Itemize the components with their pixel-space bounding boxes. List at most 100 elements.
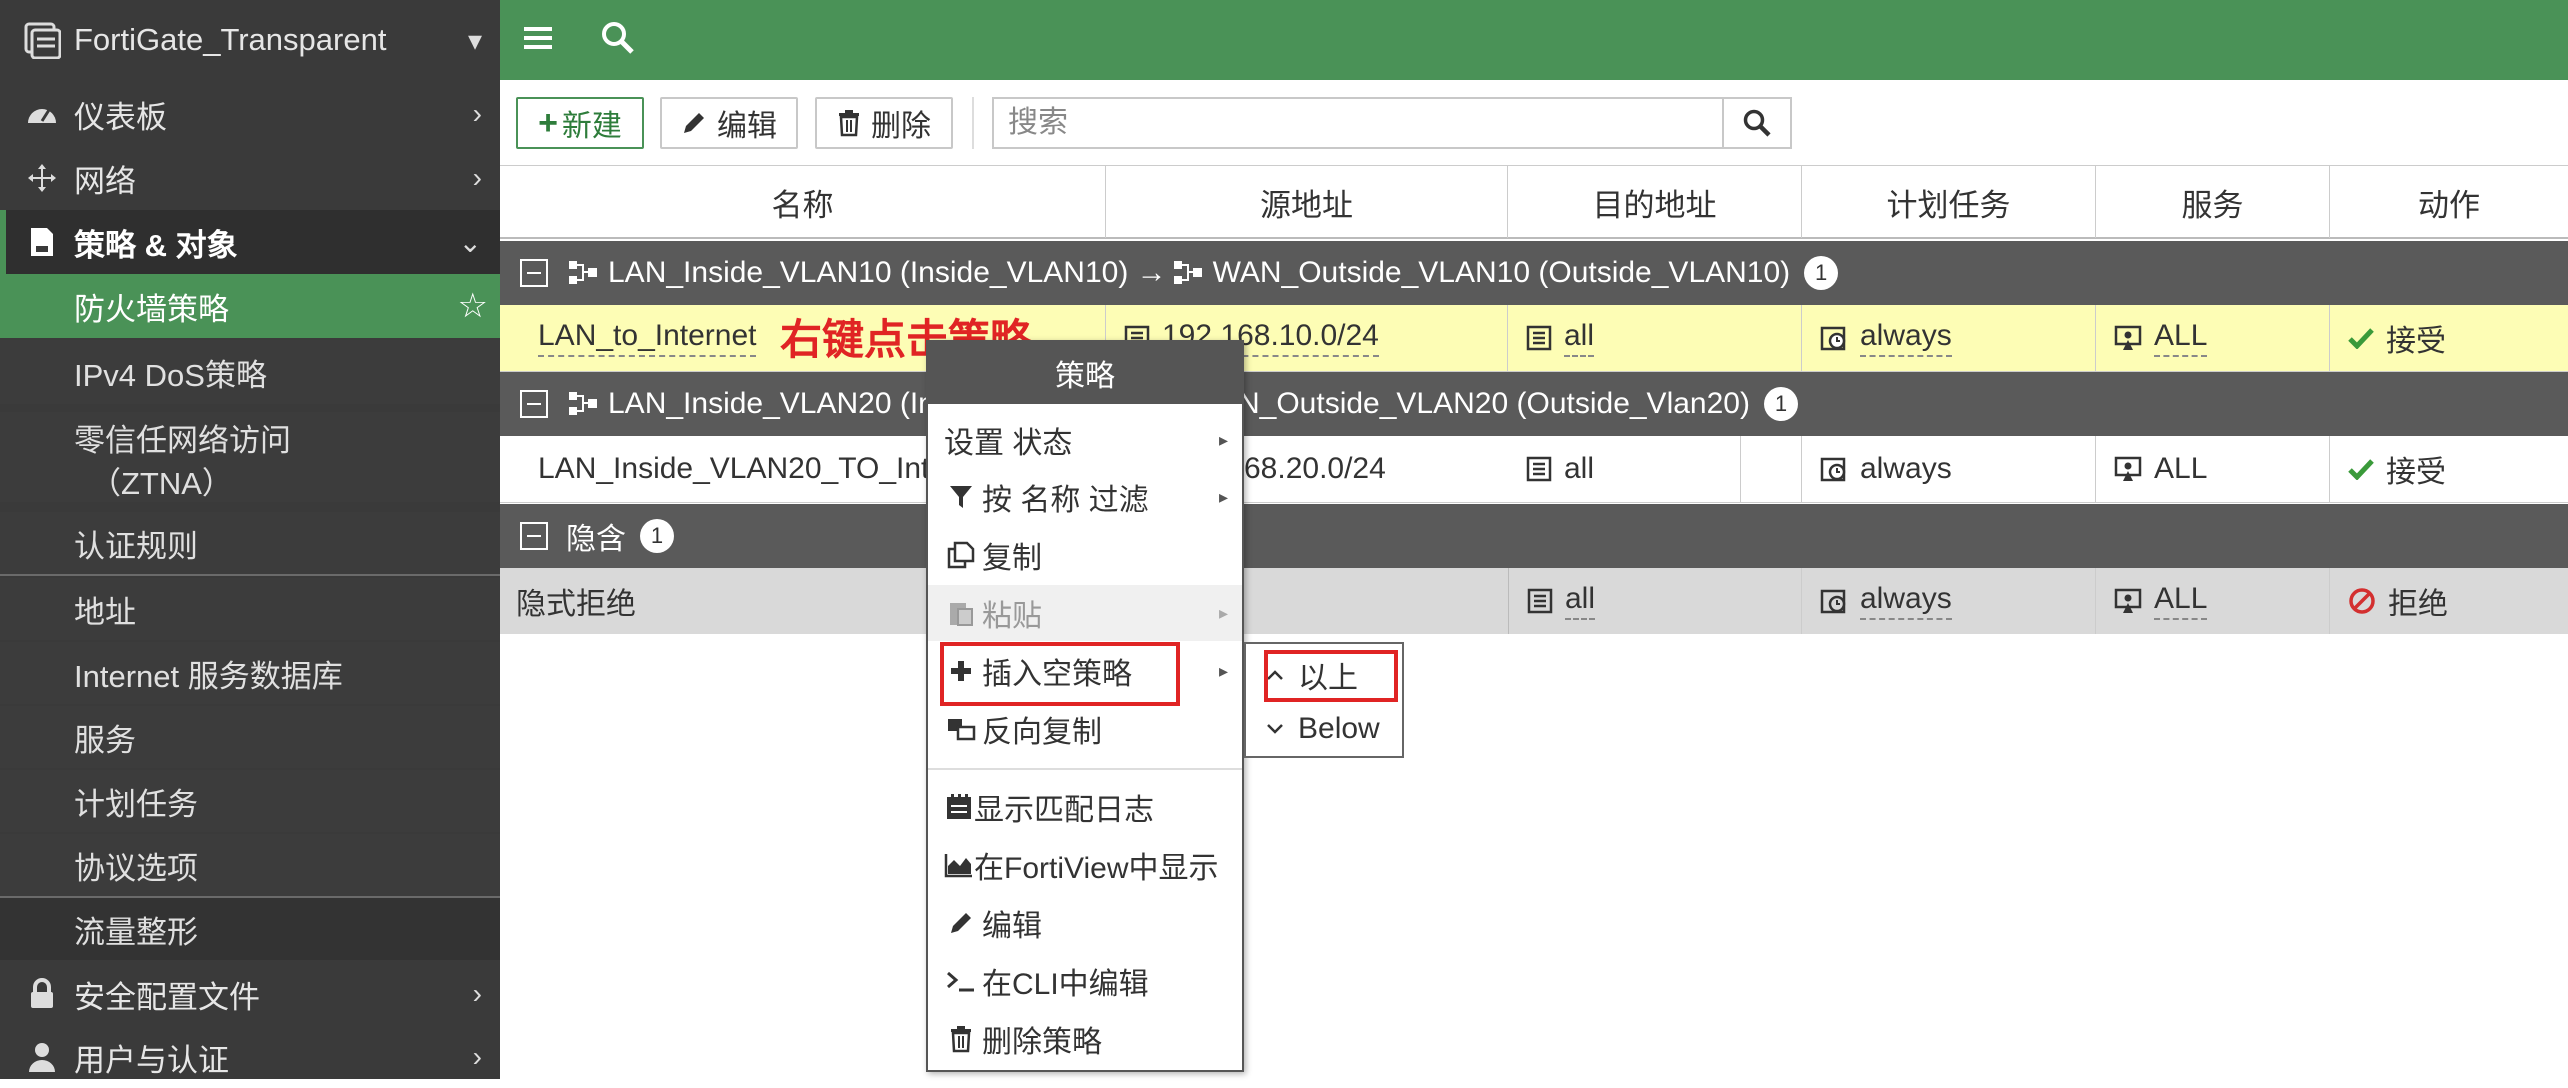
destination-address[interactable]: all — [1565, 582, 1596, 620]
plus-icon: + — [538, 103, 558, 142]
nav-services[interactable]: 服务 — [0, 706, 500, 768]
menu-item-filter-by-name[interactable]: 按 名称 过滤 ▸ — [928, 469, 1242, 525]
group-destination-interface: WAN_Outside_VLAN10 (Outside_VLAN10) — [1212, 256, 1791, 289]
star-icon[interactable]: ☆ — [458, 286, 488, 326]
menu-item-label: 设置 状态 — [944, 427, 1073, 460]
group-destination-interface: N_Outside_VLAN20 (Outside_Vlan20) — [1238, 387, 1750, 420]
search-icon[interactable] — [600, 20, 636, 61]
chevron-down-icon — [1266, 722, 1284, 736]
cell-service: ALL — [2096, 305, 2330, 371]
nav-auth-rules-label: 认证规则 — [74, 528, 198, 564]
collapse-icon[interactable] — [520, 522, 548, 550]
nav-address[interactable]: 地址 — [0, 578, 500, 640]
service-value[interactable]: ALL — [2154, 582, 2208, 620]
submenu-arrow-icon: ▸ — [1218, 660, 1228, 681]
header-label: 目的地址 — [1592, 187, 1717, 223]
nav-schedules[interactable]: 计划任务 — [0, 770, 500, 832]
policy-name[interactable]: 隐式拒绝 — [516, 579, 636, 623]
schedule-value[interactable]: always — [1860, 582, 1952, 620]
nav-dos-policy[interactable]: IPv4 DoS策略 — [0, 340, 500, 404]
policy-name[interactable]: LAN_to_Internet — [538, 319, 757, 357]
menu-item-label: 编辑 — [982, 910, 1042, 943]
highlight-above — [1264, 650, 1398, 702]
policy-group-header[interactable]: 隐含 1 — [500, 504, 2568, 568]
schedule-value[interactable]: always — [1860, 319, 1952, 357]
submenu-item-below[interactable]: Below — [1246, 702, 1402, 756]
menu-item-set-status[interactable]: 设置 状态 ▸ — [928, 412, 1242, 468]
pencil-icon — [944, 910, 978, 936]
table-row[interactable]: 隐式拒绝 all always ALL 拒绝 — [500, 568, 2568, 634]
column-header-source[interactable]: 源地址 — [1106, 166, 1508, 238]
network-icon — [22, 162, 62, 194]
menu-item-label: 反向复制 — [982, 716, 1102, 749]
cell-action: 接受 — [2330, 305, 2568, 371]
new-button[interactable]: + 新建 — [516, 97, 644, 149]
service-value[interactable]: ALL — [2154, 319, 2208, 357]
highlight-insert-empty-policy — [940, 642, 1180, 706]
column-header-name[interactable]: 名称 — [500, 166, 1106, 238]
nav-ztna-label: 零信任网络访问 — [74, 422, 291, 458]
delete-button[interactable]: 删除 — [815, 97, 953, 149]
destination-address[interactable]: all — [1564, 452, 1594, 486]
hamburger-menu-icon[interactable] — [522, 22, 554, 59]
menu-item-label: 在CLI中编辑 — [982, 968, 1149, 1001]
column-header-destination[interactable]: 目的地址 — [1508, 166, 1802, 238]
menu-item-delete-policy[interactable]: 删除策略 — [928, 1011, 1242, 1067]
nav-dashboard-label: 仪表板 — [74, 99, 167, 135]
schedule-value[interactable]: always — [1860, 452, 1952, 486]
nav-firewall-policy[interactable]: 防火墙策略 ☆ — [0, 274, 500, 338]
source-address[interactable]: 68.20.0/24 — [1244, 452, 1386, 486]
header-label: 动作 — [2418, 187, 2480, 223]
nav-protocol-options[interactable]: 协议选项 — [0, 834, 500, 896]
menu-item-edit-in-cli[interactable]: 在CLI中编辑 — [928, 953, 1242, 1009]
column-header-service[interactable]: 服务 — [2096, 166, 2330, 238]
policy-name[interactable]: LAN_Inside_VLAN20_TO_Inte — [538, 452, 946, 486]
search-submit-button[interactable] — [1722, 99, 1790, 147]
policy-group-header[interactable]: LAN_Inside_VLAN20 (In N_Outside_VLAN20 (… — [500, 372, 2568, 436]
nav-ztna[interactable]: 零信任网络访问 — [0, 412, 500, 462]
nav-security-profiles[interactable]: 安全配置文件 › — [0, 962, 500, 1026]
menu-item-show-in-fortiview[interactable]: 在FortiView中显示 — [928, 837, 1242, 893]
menu-item-edit[interactable]: 编辑 — [928, 895, 1242, 951]
nav-traffic-shaping[interactable]: 流量整形 — [0, 898, 500, 960]
device-selector[interactable]: FortiGate_Transparent ▾ — [0, 8, 500, 72]
nav-auth-rules[interactable]: 认证规则 — [0, 512, 500, 574]
edit-button[interactable]: 编辑 — [660, 97, 798, 149]
action-value: 拒绝 — [2388, 588, 2448, 621]
menu-item-reverse-clone[interactable]: 反向复制 — [928, 701, 1242, 757]
nav-dashboard[interactable]: 仪表板 › — [0, 82, 500, 146]
interface-pair-icon — [1173, 259, 1203, 287]
table-row[interactable]: LAN_Inside_VLAN20_TO_Inte all always ALL… — [500, 436, 2568, 503]
cell-destination: all — [1508, 436, 1802, 502]
menu-item-show-matching-logs[interactable]: 显示匹配日志 — [928, 779, 1242, 835]
log-icon — [944, 793, 974, 821]
cell-service: ALL — [2096, 436, 2330, 502]
column-header-action[interactable]: 动作 — [2330, 166, 2568, 238]
deny-icon — [2348, 587, 2376, 615]
destination-address[interactable]: all — [1564, 319, 1595, 357]
count-badge: 1 — [1804, 256, 1839, 290]
collapse-icon[interactable] — [520, 390, 548, 418]
menu-item-label: 删除策略 — [982, 1026, 1102, 1059]
policy-group-header[interactable]: LAN_Inside_VLAN10 (Inside_VLAN10) → WAN_… — [500, 241, 2568, 305]
nav-isdb[interactable]: Internet 服务数据库 — [0, 642, 500, 704]
submenu-item-label: Below — [1298, 712, 1380, 745]
service-value[interactable]: ALL — [2154, 452, 2207, 486]
nav-dos-policy-label: IPv4 DoS策略 — [74, 357, 267, 393]
cell-action: 拒绝 — [2330, 568, 2568, 634]
menu-divider — [928, 768, 1242, 770]
group-source-interface: LAN_Inside_VLAN10 (Inside_VLAN10) → — [608, 256, 1167, 289]
fortigate-icon — [22, 21, 62, 59]
collapse-icon[interactable] — [520, 259, 548, 287]
trash-icon — [837, 109, 861, 137]
column-header-schedule[interactable]: 计划任务 — [1802, 166, 2096, 238]
interface-pair-icon — [568, 390, 598, 418]
menu-item-paste[interactable]: 粘贴 ▸ — [928, 585, 1242, 641]
nav-network[interactable]: 网络 › — [0, 146, 500, 210]
search-input[interactable] — [994, 99, 1722, 147]
cell-destination: all — [1508, 305, 1802, 371]
menu-item-copy[interactable]: 复制 — [928, 527, 1242, 583]
nav-ztna-sub[interactable]: （ZTNA） — [0, 458, 500, 502]
cell-schedule: always — [1802, 305, 2096, 371]
nav-policy-objects[interactable]: 策略 & 对象 ⌄ — [0, 210, 500, 274]
